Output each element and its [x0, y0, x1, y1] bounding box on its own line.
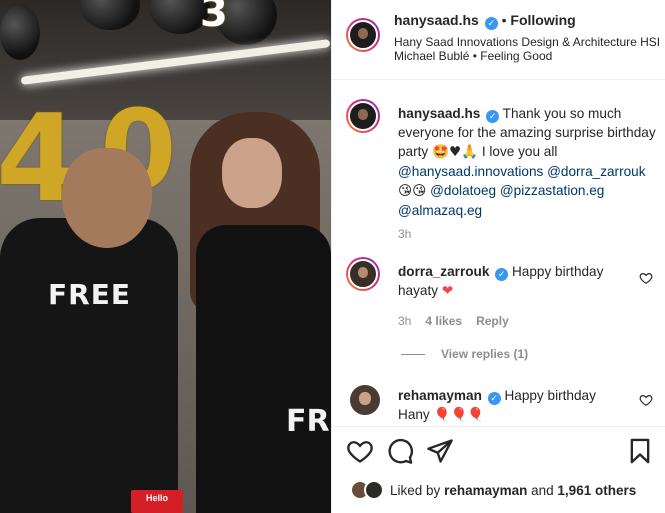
- caption-emoji: 🤩♥🙏: [432, 144, 479, 160]
- comment-username[interactable]: dorra_zarrouk: [398, 264, 489, 279]
- person-man: [0, 218, 178, 513]
- bookmark-icon[interactable]: [626, 437, 654, 465]
- caption-emoji: 😘😘: [398, 183, 427, 199]
- view-replies-button[interactable]: View replies (1): [401, 347, 528, 361]
- balloon-emoji: 🎈🎈🎈: [433, 407, 485, 422]
- heart-icon[interactable]: [346, 437, 374, 465]
- comment: dorra_zarrouk ✓ Happy birthday hayaty ❤: [398, 262, 623, 300]
- likes-others-link[interactable]: 1,961 others: [557, 483, 636, 498]
- shirt-print: FREE: [48, 278, 131, 311]
- liked-by-username[interactable]: rehamayman: [444, 483, 527, 498]
- mention-link[interactable]: @dorra_zarrouk: [547, 164, 645, 179]
- avatar[interactable]: [346, 18, 380, 52]
- like-comment-heart-icon[interactable]: [639, 271, 653, 285]
- avatar[interactable]: [346, 257, 380, 291]
- post-panel: hanysaad.hs ✓ • Following Hany Saad Inno…: [331, 0, 665, 513]
- header-username-row: hanysaad.hs ✓ • Following: [394, 12, 576, 30]
- like-comment-heart-icon[interactable]: [639, 393, 653, 407]
- verified-badge-icon: ✓: [484, 17, 498, 30]
- avatar[interactable]: [364, 480, 384, 500]
- separator: •: [501, 12, 507, 28]
- action-bar: [332, 426, 665, 476]
- comment-likes[interactable]: 4 likes: [425, 314, 462, 328]
- likes-row: Liked by rehamayman and 1,961 others: [332, 476, 665, 513]
- comments-section[interactable]: hanysaad.hs ✓ Thank you so much everyone…: [332, 81, 665, 426]
- reply-button[interactable]: Reply: [476, 314, 509, 328]
- verified-badge-icon: ✓: [487, 392, 501, 405]
- likes-prefix: Liked by: [390, 483, 441, 498]
- person-woman: [196, 225, 331, 513]
- verified-badge-icon: ✓: [486, 110, 500, 123]
- avatar[interactable]: [348, 383, 382, 417]
- mention-link[interactable]: @almazaq.eg: [398, 203, 482, 218]
- caption-timestamp[interactable]: 3h: [398, 227, 411, 241]
- mention-link[interactable]: @dolatoeg: [430, 183, 496, 198]
- likes-and: and: [531, 483, 554, 498]
- verified-badge-icon: ✓: [495, 268, 509, 281]
- comment-username[interactable]: rehamayman: [398, 388, 482, 403]
- balloon: [0, 5, 40, 60]
- audio-link[interactable]: Michael Bublé • Feeling Good: [394, 49, 552, 63]
- comment: rehamayman ✓ Happy birthday Hany 🎈🎈🎈: [398, 386, 623, 424]
- post-media[interactable]: 4 3 0 FRE FREE Hello: [0, 0, 331, 513]
- shirt-print: FRE: [286, 404, 331, 439]
- person-woman-face: [222, 138, 282, 208]
- mention-link[interactable]: @pizzastation.eg: [500, 183, 604, 198]
- likes-summary: Liked by rehamayman and 1,961 others: [390, 483, 636, 498]
- gold-balloon-digit: 3: [200, 0, 228, 36]
- comment-icon[interactable]: [386, 437, 414, 465]
- post-header: hanysaad.hs ✓ • Following Hany Saad Inno…: [332, 0, 665, 80]
- name-tag: Hello: [131, 490, 183, 513]
- username-link[interactable]: hanysaad.hs: [394, 12, 479, 28]
- caption-username[interactable]: hanysaad.hs: [398, 106, 480, 121]
- caption: hanysaad.hs ✓ Thank you so much everyone…: [398, 104, 660, 220]
- divider: [401, 354, 425, 356]
- mention-link[interactable]: @hanysaad.innovations: [398, 164, 543, 179]
- avatar[interactable]: [346, 99, 380, 133]
- caption-text: I love you all: [481, 144, 558, 159]
- following-button[interactable]: Following: [510, 12, 575, 28]
- comment-meta: 3h 4 likes Reply: [398, 314, 509, 328]
- person-man-head: [62, 148, 152, 248]
- comment-timestamp[interactable]: 3h: [398, 314, 411, 328]
- heart-emoji: ❤: [441, 283, 454, 298]
- share-icon[interactable]: [426, 437, 454, 465]
- location-link[interactable]: Hany Saad Innovations Design & Architect…: [394, 35, 660, 49]
